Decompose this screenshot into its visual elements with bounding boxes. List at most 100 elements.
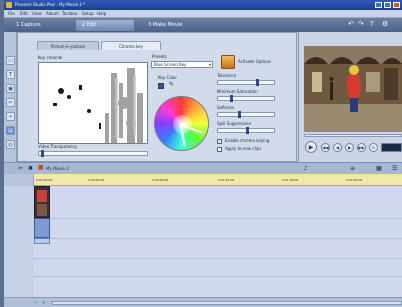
chevron-down-icon: ▾: [208, 62, 211, 67]
tolerance-slider[interactable]: [217, 79, 275, 86]
activate-options-label[interactable]: Activate Options: [238, 59, 271, 65]
key-channel-label: Key channel: [38, 55, 63, 60]
menu-file[interactable]: File: [8, 11, 15, 17]
menu-help[interactable]: Help: [97, 11, 106, 17]
play-icon[interactable]: ▶: [305, 141, 317, 153]
menu-toolbox[interactable]: Toolbox: [62, 11, 77, 17]
mode-bar: 1 Capture 2 Edit 3 Make Movie ↶ ↷ ? ⚙: [4, 18, 402, 32]
zoom-in-icon[interactable]: +: [42, 300, 45, 306]
audio-clip[interactable]: [34, 238, 50, 244]
apply-new-clips-checkbox[interactable]: [217, 147, 222, 152]
timeline-footer: − +: [4, 297, 402, 307]
presets-dropdown[interactable]: Blue Screen Key ▾: [151, 61, 213, 68]
color-wheel[interactable]: [154, 96, 209, 151]
presets-value: Blue Screen Key: [154, 62, 187, 67]
step-forward-icon[interactable]: ▶: [345, 143, 354, 152]
menu-album[interactable]: Album: [46, 11, 59, 17]
ruler-mark: 0:00:00.00: [36, 178, 53, 182]
spill-suppression-slider[interactable]: [217, 127, 275, 134]
timeline-tracks: [34, 186, 402, 297]
step-back-icon[interactable]: ◀: [333, 143, 342, 152]
spill-suppression-thumb[interactable]: [246, 127, 249, 134]
speaker-icon[interactable]: ♪: [304, 166, 308, 172]
timeline-toolbar: ✂ ✖ ■ My Movie 2 ♪ ≡ ▦ ☰: [4, 162, 402, 174]
video-tool-icon[interactable]: ▭: [6, 56, 15, 65]
tab-capture[interactable]: 1 Capture: [10, 20, 68, 31]
timeline-ruler[interactable]: 0:00:00.00 0:00:24.00 0:00:48.00 0:01:12…: [34, 174, 402, 186]
settings-icon[interactable]: ⚙: [382, 21, 388, 28]
min-saturation-slider[interactable]: [217, 95, 275, 102]
zoom-out-icon[interactable]: −: [34, 300, 37, 306]
loop-icon[interactable]: ↻: [369, 143, 378, 152]
title-tool-icon[interactable]: T: [6, 70, 15, 79]
editor-tabs: Picture-in-picture Chroma key: [17, 41, 297, 50]
redo-icon[interactable]: ↷: [358, 21, 364, 28]
video-clip[interactable]: [34, 186, 50, 218]
app-icon: [6, 2, 12, 8]
softness-slider[interactable]: [217, 111, 275, 118]
overlay-clip[interactable]: [34, 218, 50, 238]
track-divider: [34, 276, 402, 277]
ruler-mark: 0:01:12.00: [218, 178, 235, 182]
photo-tool-icon[interactable]: ▣: [6, 84, 15, 93]
video-preview: [304, 46, 402, 132]
clip-thumbnail: [37, 190, 47, 202]
close-button[interactable]: [393, 2, 400, 8]
ruler-mark: 0:00:48.00: [152, 178, 169, 182]
overlay-tool-icon[interactable]: ▤: [6, 126, 15, 135]
help-icon[interactable]: ?: [370, 21, 374, 28]
tab-edit[interactable]: 2 Edit: [76, 20, 134, 31]
min-saturation-thumb[interactable]: [230, 95, 233, 102]
trash-icon[interactable]: ✖: [28, 166, 33, 172]
activate-options-icon[interactable]: [221, 55, 235, 69]
key-color-swatch[interactable]: [158, 83, 164, 89]
menu-setup[interactable]: Setup: [82, 11, 94, 17]
presets-label: Presets: [152, 54, 167, 59]
movie-tab-icon: ■: [38, 164, 44, 171]
ruler-mark: 0:01:36.00: [282, 178, 299, 182]
speed-tool-icon[interactable]: ◎: [6, 140, 15, 149]
menu-edit[interactable]: Edit: [20, 11, 28, 17]
tab-make-movie[interactable]: 3 Make Movie: [142, 20, 212, 31]
tolerance-thumb[interactable]: [256, 79, 259, 86]
ruler-mark: 0:00:24.00: [88, 178, 105, 182]
trim-tool-icon[interactable]: ✂: [6, 98, 15, 107]
timeline-scrollbar[interactable]: [52, 301, 402, 305]
enable-chroma-checkbox[interactable]: ✓: [217, 139, 222, 144]
timecode-display: [381, 143, 402, 152]
fast-forward-icon[interactable]: ▶▶: [357, 143, 366, 152]
title-bar: Pinnacle Studio Plus - My Movie 2 *: [4, 0, 402, 10]
menu-bar: File Edit View Album Toolbox Setup Help: [4, 10, 402, 18]
key-color-label: Key Color: [158, 75, 177, 80]
track-divider: [34, 238, 402, 239]
softness-label: Softness: [217, 105, 235, 110]
key-channel-view: [38, 62, 148, 144]
toolbox-strip: ▭ T ▣ ✂ ✧ ▤ ◎: [4, 32, 17, 162]
video-transparency-slider[interactable]: [38, 150, 148, 157]
undo-icon[interactable]: ↶: [348, 21, 354, 28]
timeline-movie-tab[interactable]: My Movie 2: [46, 166, 69, 172]
tolerance-label: Tolerance: [217, 73, 237, 78]
ruler-mark: 0:02:00.00: [346, 178, 363, 182]
clip-thumbnail-2: [37, 204, 47, 216]
storyboard-view-icon[interactable]: ▦: [376, 166, 382, 172]
tab-picture-in-picture[interactable]: Picture-in-picture: [37, 41, 99, 50]
enable-chroma-label: Enable chroma keying: [225, 138, 270, 143]
effects-tool-icon[interactable]: ✧: [6, 112, 15, 121]
scissors-icon[interactable]: ✂: [18, 166, 23, 172]
min-saturation-label: Minimum Saturation: [217, 89, 258, 94]
eyedropper-icon[interactable]: ✎: [169, 82, 174, 88]
track-divider: [34, 218, 402, 219]
text-view-icon[interactable]: ☰: [392, 166, 397, 172]
tab-chroma-key[interactable]: Chroma key: [101, 41, 161, 50]
rewind-icon[interactable]: ◀◀: [321, 143, 330, 152]
window-title: Pinnacle Studio Plus - My Movie 2 *: [15, 2, 86, 7]
softness-thumb[interactable]: [238, 111, 241, 118]
maximize-button[interactable]: [384, 2, 391, 8]
video-transparency-thumb[interactable]: [41, 150, 44, 157]
apply-new-clips-label: Apply to new clips: [225, 146, 262, 151]
minimize-button[interactable]: [375, 2, 382, 8]
preview-scrubber[interactable]: [304, 134, 402, 137]
timeline-view-icon[interactable]: ≡: [350, 166, 355, 172]
menu-view[interactable]: View: [32, 11, 42, 17]
